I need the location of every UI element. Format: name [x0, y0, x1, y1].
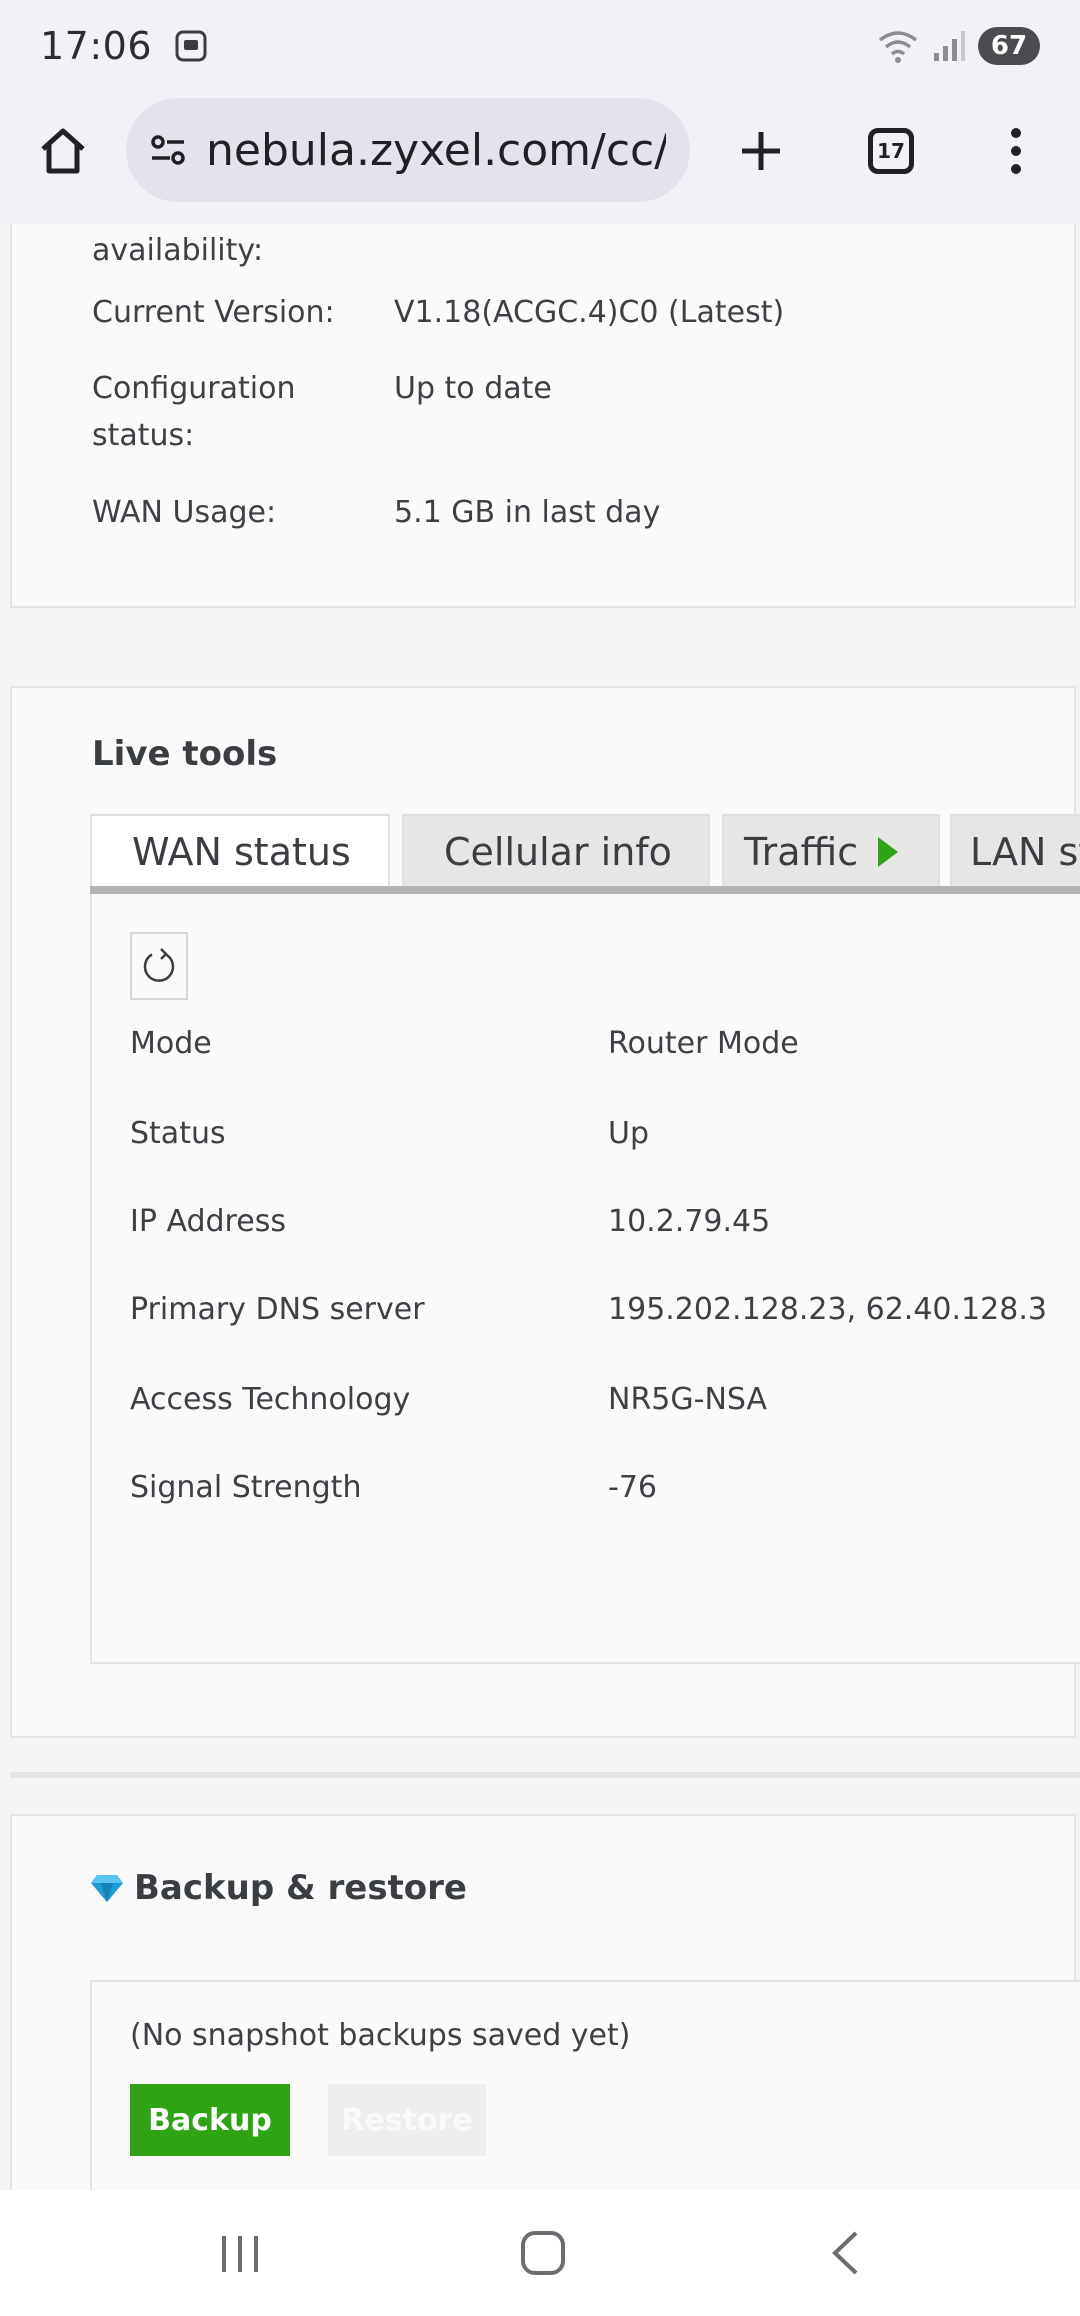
new-tab-button[interactable]	[728, 118, 794, 184]
live-tools-card: Live tools WAN status Cellular info Traf…	[10, 686, 1080, 1738]
tab-traffic-label: Traffic	[744, 830, 859, 874]
info-value-current-version: V1.18(ACGC.4)C0 (Latest)	[394, 295, 785, 330]
info-label-configuration-status: status:	[92, 418, 195, 453]
tab-count-badge: 17	[868, 128, 914, 174]
home-nav-button[interactable]	[510, 2222, 576, 2284]
plus-icon	[742, 132, 780, 170]
wan-status-panel: Mode Router Mode Status Up IP Address 10…	[90, 894, 1080, 1664]
kebab-menu-icon	[1011, 128, 1021, 174]
tab-wan-status-label: WAN status	[132, 830, 351, 874]
wan-key-mode: Mode	[130, 1026, 212, 1061]
wan-value-mode: Router Mode	[608, 1026, 799, 1061]
tab-lan-status[interactable]: LAN st	[950, 814, 1080, 890]
wan-key-ip-address: IP Address	[130, 1204, 286, 1239]
url-text: nebula.zyxel.com/cc/u	[206, 124, 666, 176]
wan-value-ip-address: 10.2.79.45	[608, 1204, 771, 1239]
wan-value-status: Up	[608, 1116, 650, 1151]
device-info-card: availability: Current Version: V1.18(ACG…	[10, 224, 1076, 608]
backup-restore-card: Backup & restore (No snapshot backups sa…	[10, 1814, 1080, 2190]
browser-toolbar: nebula.zyxel.com/cc/u 17	[0, 92, 1080, 224]
web-page: availability: Current Version: V1.18(ACG…	[0, 224, 1080, 2190]
no-snapshots-message: (No snapshot backups saved yet)	[130, 2018, 631, 2053]
play-arrow-icon	[878, 837, 899, 867]
info-label-availability: availability:	[92, 233, 264, 268]
wan-key-status: Status	[130, 1116, 226, 1151]
site-settings-icon	[151, 135, 185, 165]
tab-cellular-info-label: Cellular info	[444, 830, 672, 874]
status-bar: 17:06 67	[0, 0, 1080, 92]
browser-menu-button[interactable]	[986, 118, 1046, 184]
restore-button[interactable]: Restore	[328, 2084, 486, 2156]
refresh-icon	[143, 948, 175, 982]
home-button[interactable]	[30, 118, 96, 184]
wan-value-signal-strength: -76	[608, 1470, 657, 1505]
back-arrow-icon	[832, 2231, 858, 2275]
back-button[interactable]	[820, 2224, 870, 2282]
wan-key-primary-dns: Primary DNS server	[130, 1292, 425, 1327]
backup-restore-header: Backup & restore	[90, 1868, 467, 1908]
recents-icon	[222, 2236, 258, 2272]
snapshot-panel: (No snapshot backups saved yet) Backup R…	[90, 1980, 1080, 2190]
clock: 17:06	[40, 24, 153, 68]
refresh-button[interactable]	[130, 932, 188, 1000]
wifi-icon	[878, 31, 918, 63]
backup-button[interactable]: Backup	[130, 2084, 290, 2156]
info-label-current-version: Current Version:	[92, 295, 335, 330]
live-tools-title: Live tools	[92, 734, 278, 774]
signal-icon	[934, 31, 965, 61]
screenshot-icon	[175, 30, 207, 62]
system-navigation-bar	[0, 2190, 1080, 2316]
backup-restore-title: Backup & restore	[134, 1868, 467, 1908]
wan-value-access-technology: NR5G-NSA	[608, 1382, 768, 1417]
wan-key-access-technology: Access Technology	[130, 1382, 411, 1417]
tab-lan-status-label: LAN st	[970, 830, 1080, 874]
recents-button[interactable]	[210, 2226, 270, 2282]
diamond-icon	[91, 1875, 123, 1902]
tab-cellular-info[interactable]: Cellular info	[402, 814, 710, 890]
section-divider	[10, 1772, 1080, 1778]
info-value-wan-usage: 5.1 GB in last day	[394, 495, 661, 530]
home-nav-icon	[521, 2231, 565, 2275]
tab-traffic[interactable]: Traffic	[722, 814, 940, 890]
wan-key-signal-strength: Signal Strength	[130, 1470, 362, 1505]
info-label-wan-usage: WAN Usage:	[92, 495, 277, 530]
battery-indicator: 67	[978, 27, 1040, 65]
info-label-configuration: Configuration	[92, 371, 296, 406]
address-bar[interactable]: nebula.zyxel.com/cc/u	[126, 98, 690, 202]
info-value-configuration-status: Up to date	[394, 371, 552, 406]
wan-value-primary-dns: 195.202.128.23, 62.40.128.3	[608, 1292, 1047, 1327]
tab-switcher-button[interactable]: 17	[858, 118, 924, 184]
home-icon	[41, 128, 85, 174]
tab-wan-status[interactable]: WAN status	[90, 814, 390, 890]
